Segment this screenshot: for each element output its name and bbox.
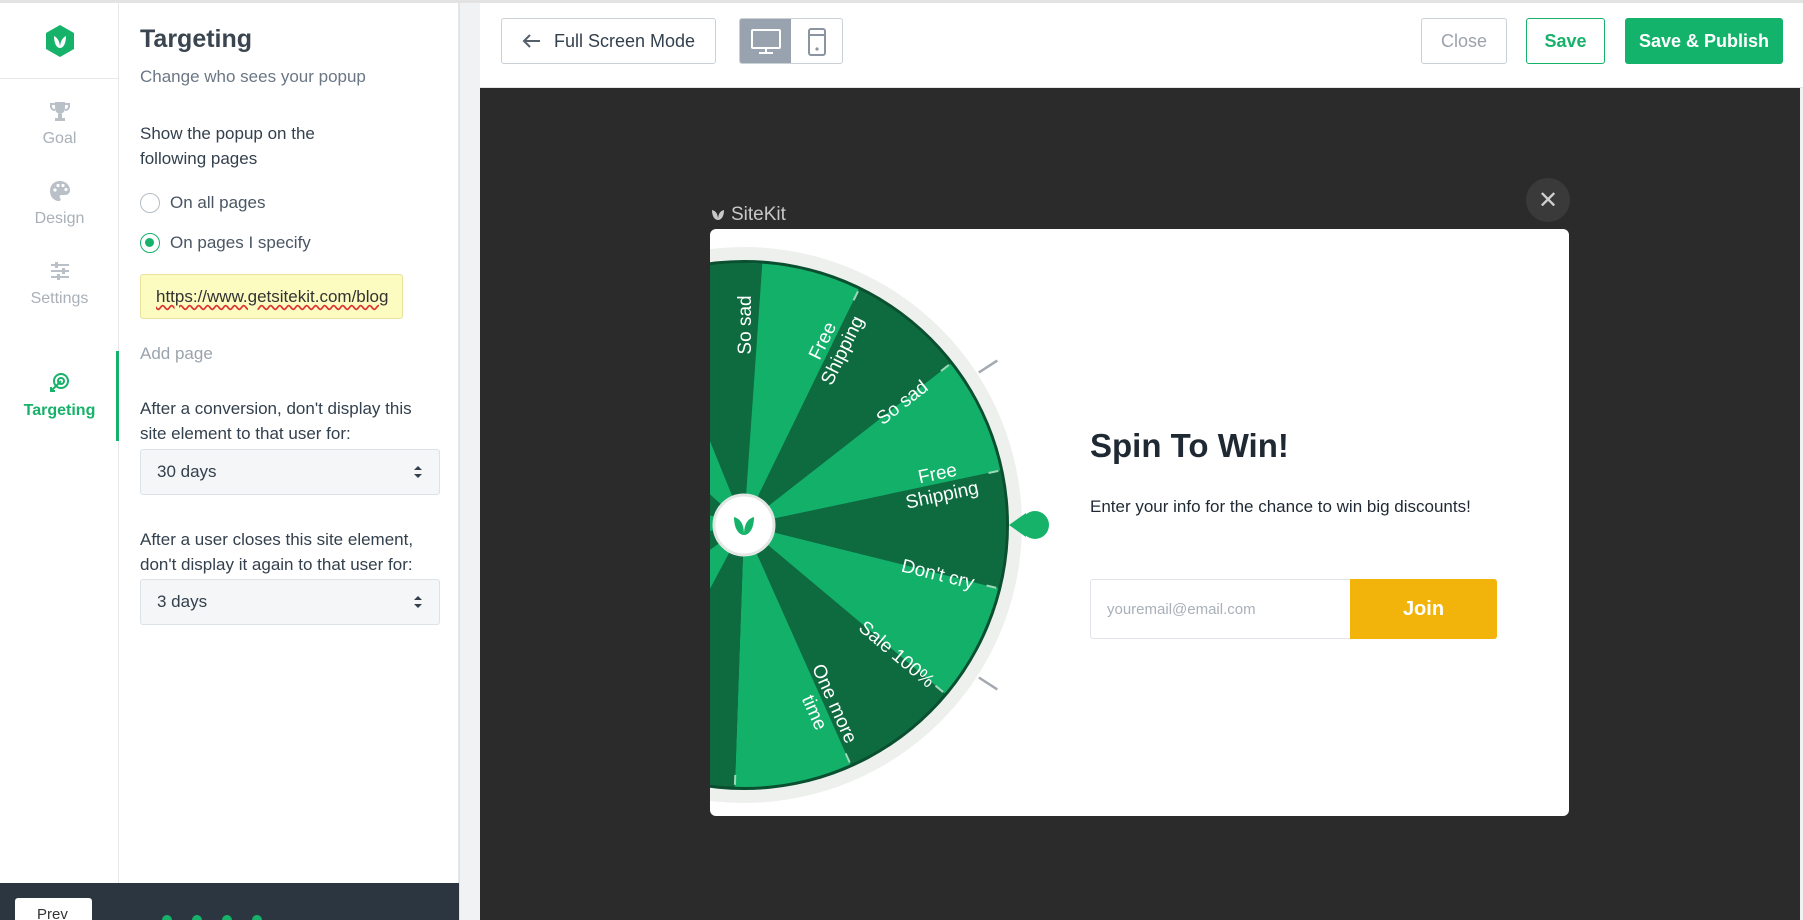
panel-divider [459,3,480,920]
radio-label: On all pages [170,193,266,212]
prev-button[interactable]: Prev [15,898,92,920]
join-button[interactable]: Join [1350,579,1497,639]
wheel-segment-label: So sad [735,295,756,354]
radio-label: On pages I specify [170,233,311,252]
sliders-icon [50,262,69,280]
wheel-pointer-knob [1021,511,1049,539]
rail-item-settings[interactable]: Settings [0,239,119,329]
conversion-duration-select[interactable]: 30 days [140,449,440,495]
select-arrows-icon [414,596,422,608]
panel-title: Targeting [140,25,253,53]
wheel-peg [978,676,998,691]
desktop-icon [750,29,781,54]
close-button[interactable]: Close [1421,18,1507,64]
desktop-view-button[interactable] [740,19,791,63]
trophy-icon [49,102,70,121]
app-logo[interactable] [0,3,119,79]
popup-close-button[interactable]: ✕ [1526,178,1570,222]
close-question: After a user closes this site element, d… [140,530,414,574]
panel-subtitle: Change who sees your popup [140,67,366,86]
app-root: Goal Design Settings Targeting Targeting… [0,0,1803,920]
popup-title: Spin To Win! [1090,427,1289,464]
conversion-question: After a conversion, don't display this s… [140,399,412,443]
select-value: 30 days [157,462,217,481]
mobile-view-button[interactable] [791,19,842,63]
select-arrows-icon [414,466,422,478]
targeting-panel: Targeting Change who sees your popup Sho… [119,3,459,883]
target-icon [49,373,69,392]
arrow-left-icon [522,34,540,48]
save-button[interactable]: Save [1526,18,1605,64]
rail-item-design[interactable]: Design [0,159,119,249]
popup-preview: SiteKit ✕ So sad FreeShipping So sad FreeSh… [480,88,1800,920]
rail-item-label: Targeting [23,402,96,419]
radio-specify-pages[interactable]: On pages I specify [140,231,311,255]
full-screen-mode-button[interactable]: Full Screen Mode [501,18,716,64]
progress-dot [222,915,232,920]
rail-item-label: Design [34,210,85,227]
progress-dot [162,915,172,920]
rail-item-label: Settings [30,290,89,307]
wheel-hub [712,493,776,557]
page-url-field[interactable]: https://www.getsitekit.com/blog [140,274,403,319]
rail-item-label: Goal [42,130,77,147]
radio-circle[interactable] [140,193,160,213]
bottom-bar: Prev [0,883,459,920]
leaf-icon [712,210,724,220]
radio-circle-checked[interactable] [140,233,160,253]
rail-item-goal[interactable]: Goal [0,79,119,169]
brand-name: SiteKit [731,204,786,225]
add-page-link[interactable]: Add page [140,344,213,364]
email-input[interactable] [1090,579,1350,639]
sitekit-logo-icon [45,24,74,57]
prize-wheel: So sad FreeShippingSo sadFreeShippingDon'… [710,247,1049,803]
spin-to-win-popup: So sad FreeShipping So sad FreeShipping Don'… [710,229,1569,816]
palette-icon [49,181,70,201]
rail-item-targeting[interactable]: Targeting [0,351,119,441]
device-toggle [739,18,843,64]
icon-rail: Goal Design Settings Targeting [0,3,119,920]
progress-dot [252,915,262,920]
select-value: 3 days [157,592,208,611]
wheel-peg [978,359,998,374]
background-brand: SiteKit [710,204,786,226]
progress-dot [192,915,202,920]
popup-description: Enter your info for the chance to win bi… [1090,497,1471,516]
pages-question: Show the popup on the following pages [140,124,315,168]
radio-all-pages[interactable]: On all pages [140,191,265,215]
close-duration-select[interactable]: 3 days [140,579,440,625]
save-publish-button[interactable]: Save & Publish [1625,18,1783,64]
editor-toolbar: Full Screen Mode Close Save Save & Publi… [480,3,1803,88]
mobile-icon [807,28,826,56]
button-label: Full Screen Mode [553,30,696,51]
